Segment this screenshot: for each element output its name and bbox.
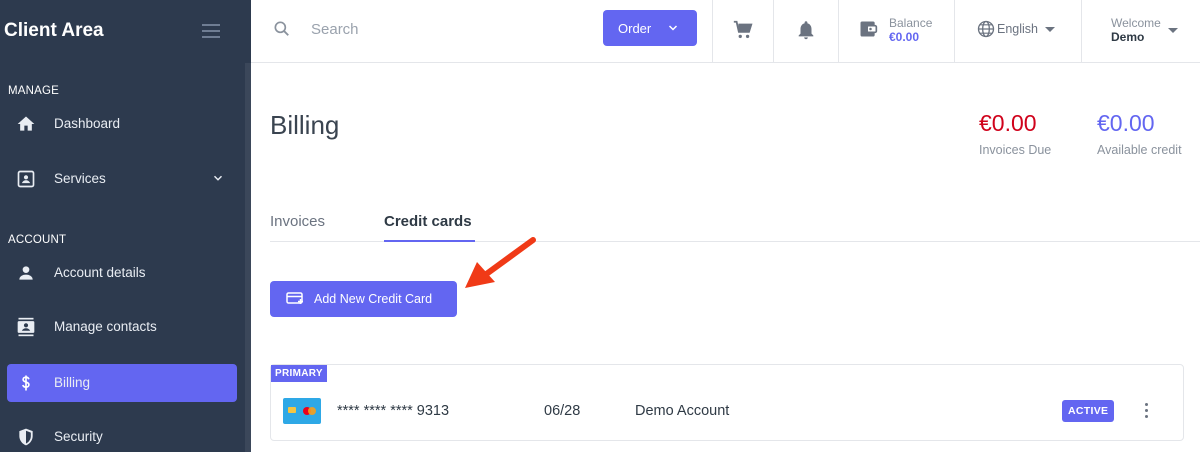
mastercard-icon [283,398,321,424]
invoices-due-label: Invoices Due [979,143,1052,157]
sidebar-item-account-details[interactable]: Account details [7,254,237,292]
user-icon [19,266,33,280]
brand-title: Client Area [4,20,104,41]
tab-invoices[interactable]: Invoices [270,213,325,230]
card-number: **** **** **** 9313 [337,403,450,419]
sidebar-item-billing[interactable]: Billing [7,364,237,402]
sidebar-item-label: Services [54,171,106,186]
sidebar-item-label: Security [54,429,103,444]
section-label-manage: MANAGE [8,85,60,97]
header-divider [838,0,839,62]
available-credit-value: €0.00 [1097,110,1155,136]
sidebar-item-label: Manage contacts [54,319,157,334]
header-divider [712,0,713,62]
search-input[interactable] [311,18,511,40]
sidebar-item-manage-contacts[interactable]: Manage contacts [7,308,237,346]
user-menu[interactable]: Demo [1111,30,1144,44]
id-card-icon [17,170,35,188]
card-holder: Demo Account [635,403,730,419]
hamburger-menu-icon[interactable] [202,24,220,38]
tab-credit-cards[interactable]: Credit cards [384,213,472,230]
balance-label: Balance [889,16,933,30]
primary-badge: PRIMARY [271,365,327,382]
add-button-label: Add New Credit Card [314,292,433,306]
shield-icon [19,428,33,446]
sidebar-item-dashboard[interactable]: Dashboard [7,105,237,143]
sidebar-scrollbar[interactable] [245,63,251,452]
add-card-icon [286,292,303,304]
credit-card-row[interactable]: PRIMARY **** **** **** 9313 06/28 Demo A… [270,364,1184,441]
order-button[interactable]: Order [603,10,697,46]
status-badge: ACTIVE [1062,400,1115,422]
available-credit-stat[interactable]: €0.00 Available credit [1097,110,1182,157]
sidebar-item-label: Billing [54,375,91,390]
add-new-credit-card-button[interactable]: Add New Credit Card [270,281,457,317]
chevron-down-icon [668,25,678,31]
invoices-due-stat[interactable]: €0.00 Invoices Due [979,110,1051,157]
balance-value: €0.00 [889,30,920,44]
card-expiry: 06/28 [544,403,581,419]
search-icon [274,21,289,36]
home-icon [17,116,35,131]
contacts-icon [17,317,35,337]
order-button-label: Order [618,20,652,36]
caret-down-icon[interactable] [1168,28,1178,33]
language-selector[interactable]: English [997,22,1038,36]
top-header: Order Balance €0.00 English Welcome Demo [251,0,1200,63]
welcome-label: Welcome [1111,16,1161,30]
globe-icon [977,20,995,38]
sidebar: Client Area MANAGE Dashboard Services AC… [0,0,251,452]
dollar-icon [22,375,30,391]
invoices-due-value: €0.00 [979,110,1037,136]
sidebar-item-label: Account details [54,265,146,280]
section-label-account: ACCOUNT [8,234,67,246]
chevron-down-icon [213,175,223,181]
page-title: Billing [270,110,340,140]
wallet-icon[interactable] [858,19,878,39]
available-credit-label: Available credit [1097,143,1182,157]
sidebar-item-security[interactable]: Security [7,418,237,452]
annotation-arrow-icon [465,237,536,288]
sidebar-item-services[interactable]: Services [7,160,237,198]
bell-icon[interactable] [795,19,817,41]
sidebar-item-label: Dashboard [54,116,121,131]
header-divider [954,0,955,62]
caret-down-icon [1045,27,1055,32]
header-divider [1081,0,1082,62]
more-options-icon[interactable] [1139,403,1153,421]
cart-icon[interactable] [732,19,754,41]
header-divider [773,0,774,62]
